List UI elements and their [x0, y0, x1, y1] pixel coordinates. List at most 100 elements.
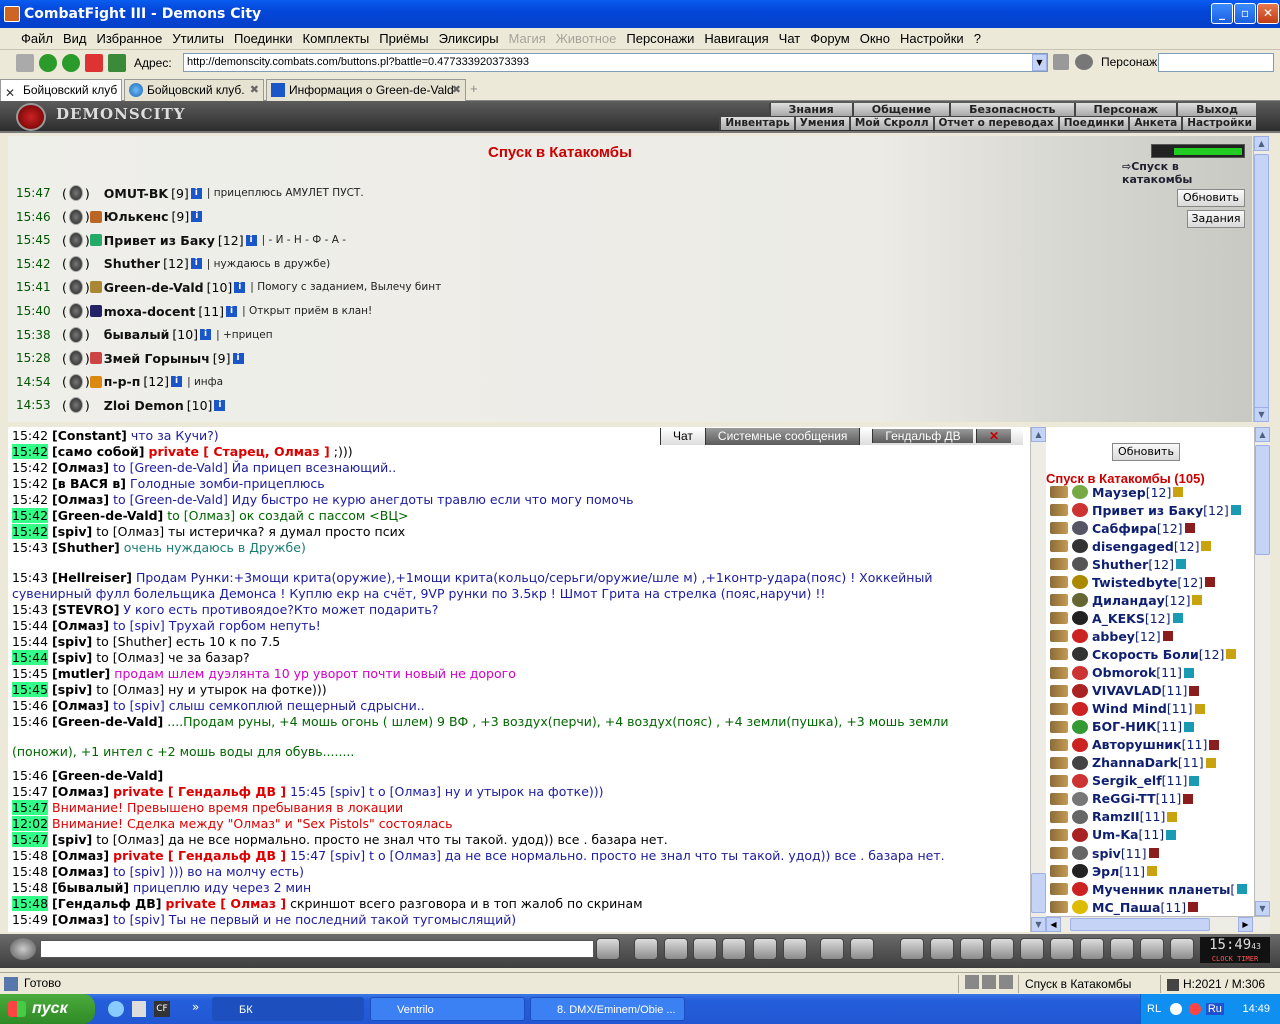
player-portrait-icon[interactable] [68, 255, 83, 272]
drop-icon[interactable] [1080, 938, 1104, 960]
player-portrait-icon[interactable] [68, 232, 83, 249]
message-time[interactable]: 15:42 [12, 476, 48, 491]
player-portrait-icon[interactable] [68, 279, 83, 296]
smile-icon[interactable] [693, 938, 717, 960]
nav-top-item[interactable]: Выход [1176, 103, 1256, 116]
user-list-item[interactable]: disengaged [12] [1050, 537, 1212, 555]
translit-icon[interactable] [753, 938, 777, 960]
menu-item[interactable]: ? [969, 31, 986, 46]
user-list-item[interactable]: Привет из Баку [12] [1050, 501, 1241, 519]
private-arrow-icon[interactable] [1050, 901, 1068, 914]
user-list-item[interactable]: RamzII [11] [1050, 808, 1178, 826]
info-icon[interactable]: i [226, 305, 238, 317]
private-arrow-icon[interactable] [1050, 522, 1068, 535]
message-time[interactable]: 15:42 [12, 508, 49, 523]
hscroll-thumb[interactable] [1070, 918, 1210, 931]
user-name[interactable]: ZhannaDark [1092, 755, 1178, 770]
message-author[interactable]: [spiv] [52, 682, 92, 697]
player-name[interactable]: Shuther [104, 256, 160, 271]
menu-item[interactable]: Чат [774, 31, 806, 46]
scroll-down-icon[interactable]: ▼ [1031, 917, 1046, 932]
message-time[interactable]: 15:44 [12, 618, 48, 633]
scroll-up-icon[interactable]: ▲ [1254, 136, 1269, 151]
message-time[interactable]: 15:48 [12, 864, 48, 879]
menu-item[interactable]: Окно [855, 31, 895, 46]
close-icon[interactable]: ✕ [976, 429, 1012, 443]
message-time[interactable]: 12:02 [12, 816, 49, 831]
private-arrow-icon[interactable] [1050, 684, 1068, 697]
player-portrait-icon[interactable] [68, 326, 83, 343]
private-arrow-icon[interactable] [1050, 792, 1068, 805]
scroll-icon[interactable] [990, 938, 1014, 960]
message-time[interactable]: 15:47 [12, 784, 48, 799]
info-icon[interactable] [1188, 902, 1199, 913]
info-icon[interactable] [1172, 613, 1183, 624]
info-icon[interactable]: i [190, 258, 202, 270]
nav-bottom-item[interactable]: Умения [793, 117, 849, 130]
message-author[interactable]: [Олмаз] [52, 784, 109, 799]
info-icon[interactable] [1184, 523, 1195, 534]
message-time[interactable]: 15:44 [12, 634, 48, 649]
menu-item[interactable]: Приёмы [374, 31, 433, 46]
message-author[interactable]: [само собой] [52, 444, 145, 459]
player-name[interactable]: OMUT-BK [104, 186, 168, 201]
message-author[interactable]: [Олмаз] [52, 912, 109, 927]
user-list-item[interactable]: spiv [11] [1050, 844, 1159, 862]
enter-icon[interactable] [596, 938, 620, 960]
info-icon[interactable] [1237, 884, 1248, 895]
private-arrow-icon[interactable] [1050, 630, 1068, 643]
nav-bottom-item[interactable]: Анкета [1128, 117, 1182, 130]
face-icon[interactable] [850, 938, 874, 960]
tab-close-icon[interactable]: ✖ [250, 80, 259, 100]
menu-item[interactable]: Форум [805, 31, 855, 46]
card-icon[interactable] [1140, 938, 1164, 960]
nav-bottom-item[interactable]: Поединки [1057, 117, 1129, 130]
menu-item[interactable]: Эликсиры [434, 31, 504, 46]
nav-top-item[interactable]: Безопасность [949, 103, 1074, 116]
message-author[interactable]: [Олмаз] [52, 848, 109, 863]
tab-close-icon[interactable]: ✖ [452, 80, 461, 100]
private-arrow-icon[interactable] [1050, 666, 1068, 679]
private-arrow-icon[interactable] [1050, 540, 1068, 553]
exit-icon[interactable] [1170, 938, 1194, 960]
user-list-item[interactable]: Авторушник [11] [1050, 736, 1220, 754]
player-row[interactable]: 15:28() Змей Горыныч [9] i [16, 347, 244, 369]
user-list-item[interactable]: Сабфира [12] [1050, 519, 1195, 537]
forward-icon[interactable] [62, 54, 80, 72]
users-icon[interactable] [1075, 54, 1093, 70]
cf-icon[interactable]: CF [154, 1001, 170, 1017]
user-name[interactable]: Привет из Баку [1092, 503, 1203, 518]
gem-icon[interactable] [960, 938, 984, 960]
user-name[interactable]: Эрл [1092, 864, 1119, 879]
refresh-icon[interactable] [108, 54, 126, 72]
maximize-button[interactable]: ▫ [1234, 3, 1256, 24]
scroll-left-icon[interactable]: ◀ [1046, 917, 1061, 932]
menu-item[interactable]: Магия [504, 31, 551, 46]
user-list-item[interactable]: Скорость Боли [12] [1050, 645, 1237, 663]
message-author[interactable]: [Hellreiser] [52, 570, 132, 585]
close-button[interactable]: ✕ [1257, 3, 1279, 24]
private-arrow-icon[interactable] [1050, 738, 1068, 751]
info-icon[interactable]: i [214, 399, 226, 411]
player-name[interactable]: moxa-docent [104, 304, 196, 319]
user-name[interactable]: RamzII [1092, 809, 1140, 824]
private-arrow-icon[interactable] [1050, 486, 1068, 498]
nav-bottom-item[interactable]: Мой Скролл [848, 117, 933, 130]
user-name[interactable]: БОГ-НИК [1092, 719, 1156, 734]
message-time[interactable]: 15:42 [12, 428, 48, 443]
user-list-item[interactable]: Shuther [12] [1050, 555, 1186, 573]
notepad-icon[interactable] [132, 1001, 146, 1017]
scale-icon[interactable] [1050, 938, 1074, 960]
info-icon[interactable] [1176, 559, 1186, 570]
message-time[interactable]: 15:48 [12, 880, 48, 895]
info-icon[interactable] [1184, 721, 1195, 732]
start-button[interactable]: пуск [0, 994, 95, 1024]
message-author[interactable]: [STEVRO] [52, 602, 119, 617]
message-author[interactable]: [Green-de-Vald] [52, 714, 163, 729]
menu-item[interactable]: Животное [551, 31, 622, 46]
private-arrow-icon[interactable] [1050, 648, 1068, 661]
list-refresh-button[interactable]: Обновить [1112, 443, 1180, 461]
info-icon[interactable] [1226, 649, 1237, 660]
walk-icon[interactable] [722, 938, 746, 960]
user-name[interactable]: Диландау [1092, 593, 1165, 608]
